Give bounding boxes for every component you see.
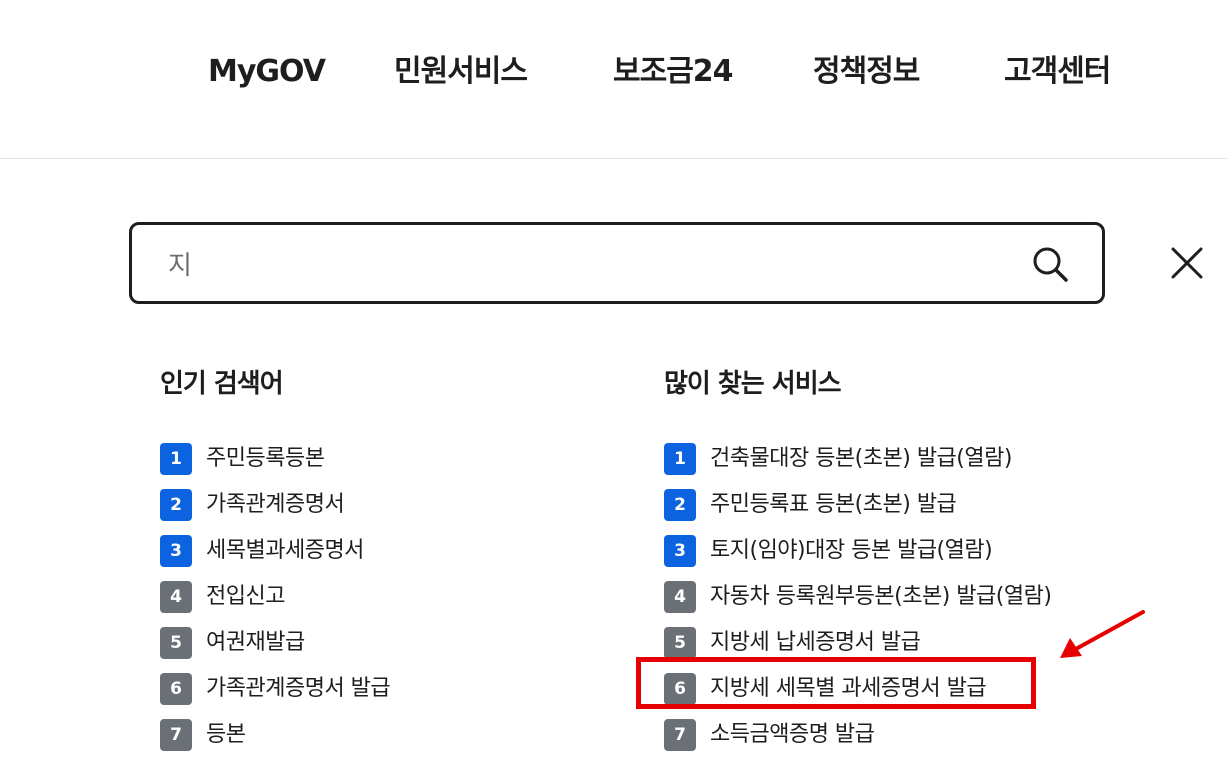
service-item[interactable]: 6 지방세 세목별 과세증명서 발급 [664, 666, 1051, 712]
popular-item[interactable]: 1 주민등록등본 [160, 436, 390, 482]
top-navigation: MyGOV 민원서비스 보조금24 정책정보 고객센터 [0, 0, 1228, 159]
service-item-label: 토지(임야)대장 등본 발급(열람) [710, 538, 993, 563]
popular-item-label: 여권재발급 [206, 630, 305, 655]
annotation-arrow-icon [1060, 610, 1145, 658]
service-item[interactable]: 5 지방세 납세증명서 발급 [664, 620, 1051, 666]
rank-badge: 6 [160, 673, 192, 705]
close-icon[interactable] [1168, 244, 1206, 282]
service-item-label: 지방세 세목별 과세증명서 발급 [710, 676, 987, 701]
nav-subsidy24[interactable]: 보조금24 [613, 50, 734, 94]
popular-item-label: 전입신고 [206, 584, 285, 609]
popular-item[interactable]: 5 여권재발급 [160, 620, 390, 666]
service-item-label: 자동차 등록원부등본(초본) 발급(열람) [710, 584, 1052, 609]
popular-search-title: 인기 검색어 [160, 369, 284, 399]
rank-badge: 2 [664, 489, 696, 521]
popular-item-label: 세목별과세증명서 [206, 538, 364, 563]
service-item[interactable]: 7 소득금액증명 발급 [664, 712, 1051, 758]
popular-item[interactable]: 4 전입신고 [160, 574, 390, 620]
rank-badge: 7 [160, 719, 192, 751]
rank-badge: 1 [664, 443, 696, 475]
frequent-services-title: 많이 찾는 서비스 [664, 369, 842, 399]
popular-item[interactable]: 6 가족관계증명서 발급 [160, 666, 391, 712]
search-input[interactable] [168, 241, 988, 285]
service-item-label: 주민등록표 등본(초본) 발급 [710, 492, 957, 517]
popular-item-label: 등본 [206, 722, 246, 747]
popular-item-label: 주민등록등본 [206, 446, 325, 471]
service-item[interactable]: 4 자동차 등록원부등본(초본) 발급(열람) [664, 574, 1052, 620]
popular-search-list: 1 주민등록등본 2 가족관계증명서 3 세목별과세증명서 4 전입신고 5 여… [160, 436, 391, 758]
nav-customer-center[interactable]: 고객센터 [1004, 50, 1111, 94]
service-item[interactable]: 1 건축물대장 등본(초본) 발급(열람) [664, 436, 1051, 482]
rank-badge: 7 [664, 719, 696, 751]
rank-badge: 4 [160, 581, 192, 613]
search-icon[interactable] [1030, 244, 1070, 284]
nav-civil-services[interactable]: 민원서비스 [394, 50, 528, 94]
service-item[interactable]: 3 토지(임야)대장 등본 발급(열람) [664, 528, 1051, 574]
service-item[interactable]: 2 주민등록표 등본(초본) 발급 [664, 482, 1051, 528]
rank-badge: 5 [160, 627, 192, 659]
rank-badge: 4 [664, 581, 696, 613]
service-item-label: 지방세 납세증명서 발급 [710, 630, 921, 655]
search-box [129, 222, 1105, 304]
rank-badge: 3 [160, 535, 192, 567]
rank-badge: 3 [664, 535, 696, 567]
popular-item[interactable]: 7 등본 [160, 712, 390, 758]
nav-policy-info[interactable]: 정책정보 [813, 50, 920, 94]
nav-mygov[interactable]: MyGOV [208, 50, 326, 94]
service-item-label: 소득금액증명 발급 [710, 722, 875, 747]
rank-badge: 1 [160, 443, 192, 475]
frequent-services-list: 1 건축물대장 등본(초본) 발급(열람) 2 주민등록표 등본(초본) 발급 … [664, 436, 1052, 758]
popular-item[interactable]: 2 가족관계증명서 [160, 482, 390, 528]
rank-badge: 5 [664, 627, 696, 659]
popular-item-label: 가족관계증명서 발급 [206, 676, 391, 701]
popular-item-label: 가족관계증명서 [206, 492, 345, 517]
rank-badge: 2 [160, 489, 192, 521]
popular-item[interactable]: 3 세목별과세증명서 [160, 528, 390, 574]
rank-badge: 6 [664, 673, 696, 705]
service-item-label: 건축물대장 등본(초본) 발급(열람) [710, 446, 1012, 471]
